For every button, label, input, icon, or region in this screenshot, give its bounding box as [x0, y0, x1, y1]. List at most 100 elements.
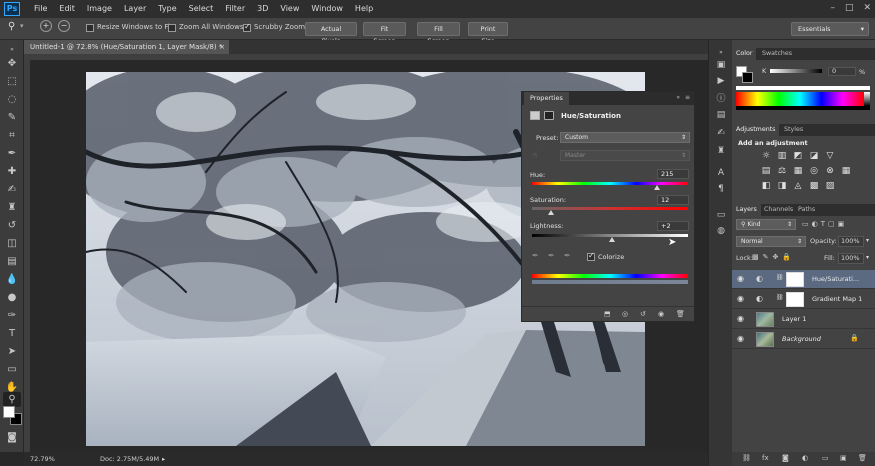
properties-tab[interactable]: Properties: [524, 92, 569, 105]
path-selection-tool-icon[interactable]: ➤: [3, 344, 21, 359]
menu-select[interactable]: Select: [183, 0, 220, 18]
toolbar-collapse-icon[interactable]: »: [3, 42, 21, 57]
black-white-icon[interactable]: ▦: [792, 166, 804, 177]
visibility-icon[interactable]: ◉: [658, 310, 664, 318]
layer-name[interactable]: Gradient Map 1: [812, 295, 862, 303]
menu-3d[interactable]: 3D: [251, 0, 274, 18]
brush-panel-icon[interactable]: ✍: [713, 126, 729, 140]
tab-styles[interactable]: Styles: [780, 124, 807, 136]
zoom-out-icon[interactable]: −: [58, 20, 70, 32]
new-adjustment-icon[interactable]: ◐: [802, 454, 808, 462]
colorize-checkbox[interactable]: [587, 251, 595, 261]
channel-mixer-icon[interactable]: ⊗: [824, 166, 836, 177]
close-window-button[interactable]: ✕: [863, 3, 871, 13]
quick-mask-icon[interactable]: ◙: [3, 430, 21, 445]
menu-help[interactable]: Help: [349, 0, 379, 18]
panel-menu-icon[interactable]: ≡: [685, 94, 690, 101]
add-mask-icon[interactable]: ◙: [782, 454, 789, 462]
layer-row[interactable]: ◉ Layer 1: [732, 310, 875, 329]
quick-selection-tool-icon[interactable]: ✎: [3, 110, 21, 125]
clone-source-icon[interactable]: ♜: [713, 144, 729, 158]
fill-input[interactable]: 100%: [838, 253, 864, 264]
channel-select[interactable]: Master ⇕: [560, 150, 690, 161]
background-color-swatch[interactable]: [742, 72, 753, 83]
reset-icon[interactable]: ↺: [640, 310, 646, 318]
mask-link-icon[interactable]: ⛓: [776, 274, 784, 281]
hue-slider-thumb[interactable]: [653, 185, 660, 190]
layer-row[interactable]: ◉ Background 🔒: [732, 330, 875, 349]
menu-image[interactable]: Image: [81, 0, 118, 18]
layer-mask-thumbnail[interactable]: [786, 272, 804, 287]
tab-adjustments[interactable]: Adjustments: [732, 124, 780, 136]
blur-tool-icon[interactable]: 💧: [3, 272, 21, 287]
brush-tool-icon[interactable]: ✍: [3, 182, 21, 197]
levels-icon[interactable]: ▥: [776, 151, 788, 162]
preset-select[interactable]: Custom ⇕: [560, 132, 690, 143]
lightness-input[interactable]: +2: [657, 221, 689, 231]
healing-brush-tool-icon[interactable]: ✚: [3, 164, 21, 179]
brightness-contrast-icon[interactable]: ☼: [760, 151, 772, 162]
fill-screen-button[interactable]: Fill Screen: [417, 22, 460, 45]
curves-icon[interactable]: ◩: [792, 151, 804, 162]
eyedropper-tool-icon[interactable]: ✒: [3, 146, 21, 161]
menu-window[interactable]: Window: [305, 0, 349, 18]
hue-slider-track[interactable]: [532, 182, 688, 185]
layer-name[interactable]: Background: [782, 335, 821, 343]
eyedropper-icon[interactable]: ✒: [532, 251, 539, 260]
menu-filter[interactable]: Filter: [219, 0, 251, 18]
actions-panel-icon[interactable]: ▶: [713, 74, 729, 88]
visibility-eye-icon[interactable]: ◉: [737, 274, 744, 283]
layer-thumbnail[interactable]: [756, 332, 774, 347]
marquee-tool-icon[interactable]: ⬚: [3, 74, 21, 89]
threshold-icon[interactable]: ◬: [792, 181, 804, 192]
layer-row[interactable]: ◉ ◐ ⛓ Hue/Saturati...: [732, 270, 875, 289]
delete-layer-icon[interactable]: 🗑: [858, 454, 867, 462]
saturation-slider-track[interactable]: [532, 207, 688, 210]
invert-icon[interactable]: ◧: [760, 181, 772, 192]
tab-channels[interactable]: Channels: [760, 204, 797, 216]
opacity-input[interactable]: 100%: [838, 236, 864, 247]
minimize-button[interactable]: –: [830, 3, 835, 13]
tab-color[interactable]: Color: [732, 48, 757, 60]
saturation-slider-thumb[interactable]: [547, 210, 554, 215]
visibility-eye-icon[interactable]: ◉: [737, 334, 744, 343]
type-tool-icon[interactable]: T: [3, 326, 21, 341]
selective-color-icon[interactable]: ▨: [824, 181, 836, 192]
adjustment-icon[interactable]: [530, 111, 540, 120]
grayscale-ramp[interactable]: [864, 92, 870, 106]
zoom-tool-icon[interactable]: ⚲: [8, 21, 15, 32]
eyedropper-minus-icon[interactable]: ✒: [564, 251, 571, 260]
k-slider-track[interactable]: [770, 69, 822, 73]
eraser-tool-icon[interactable]: ◫: [3, 236, 21, 251]
view-previous-state-icon[interactable]: ◎: [622, 310, 628, 318]
tab-swatches[interactable]: Swatches: [758, 48, 796, 60]
photo-filter-icon[interactable]: ◎: [808, 166, 820, 177]
color-balance-icon[interactable]: ⚖: [776, 166, 788, 177]
history-brush-tool-icon[interactable]: ↺: [3, 218, 21, 233]
layer-name[interactable]: Layer 1: [782, 315, 806, 323]
layer-thumbnail[interactable]: [756, 312, 774, 327]
history-panel-icon[interactable]: ▣: [713, 58, 729, 72]
doc-size-info[interactable]: Doc: 2.75M/5.49M: [100, 452, 159, 466]
layer-filter-icons[interactable]: ▭◐T▢▣: [802, 220, 847, 228]
info-panel-icon[interactable]: ⓘ: [713, 92, 729, 106]
layer-mask-thumbnail[interactable]: [786, 292, 804, 307]
vibrance-icon[interactable]: ▽: [824, 151, 836, 162]
menu-type[interactable]: Type: [152, 0, 182, 18]
crop-tool-icon[interactable]: ⌗: [3, 128, 21, 143]
resize-windows-checkbox[interactable]: [86, 24, 94, 32]
properties-panel-icon[interactable]: ▤: [713, 108, 729, 122]
new-group-icon[interactable]: ▭: [822, 454, 829, 462]
zoom-in-icon[interactable]: +: [40, 20, 52, 32]
clip-to-layer-icon[interactable]: ⬒: [604, 310, 611, 318]
scrubby-zoom-checkbox[interactable]: [243, 22, 251, 32]
hue-saturation-icon[interactable]: ▤: [760, 166, 772, 177]
tab-layers[interactable]: Layers: [732, 204, 761, 216]
gradient-map-icon[interactable]: ▩: [808, 181, 820, 192]
adobe-icon[interactable]: ◍: [713, 224, 729, 238]
move-tool-icon[interactable]: ✥: [3, 56, 21, 71]
pen-tool-icon[interactable]: ✑: [3, 308, 21, 323]
mask-icon[interactable]: [544, 111, 554, 120]
layer-filter-select[interactable]: ⚲ Kind ⇕: [736, 219, 796, 230]
lasso-tool-icon[interactable]: ◌: [3, 92, 21, 107]
